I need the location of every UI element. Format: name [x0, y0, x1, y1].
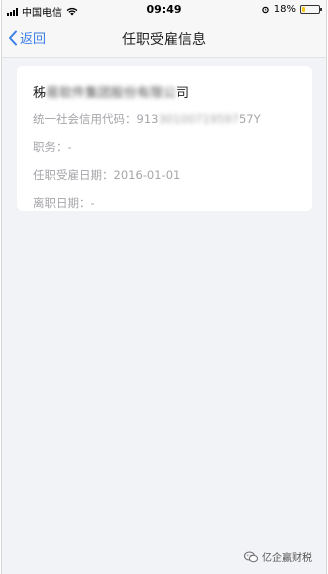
position-row: 职务：-: [33, 139, 296, 155]
battery-icon: [300, 5, 322, 14]
page-title: 任职受雇信息: [122, 32, 206, 48]
leave-date-row: 离职日期：-: [33, 195, 296, 211]
credit-code-prefix: 913: [136, 112, 159, 126]
watermark: 亿企赢财税: [244, 549, 312, 564]
wechat-icon: [244, 551, 258, 562]
credit-code-label: 统一社会信用代码：: [33, 112, 137, 126]
alarm-icon: [262, 6, 269, 14]
hire-date-label: 任职受雇日期：: [33, 168, 114, 182]
leave-date-value: -: [90, 196, 95, 210]
employment-info-card: 秭易软件集团股份有限公司 统一社会信用代码：9133010071959757Y …: [17, 66, 312, 211]
status-bar: 中国电信 09:49 18%: [2, 0, 326, 20]
hire-date-row: 任职受雇日期：2016-01-01: [33, 167, 296, 183]
company-name: 秭易软件集团股份有限公司: [33, 82, 296, 101]
leave-date-label: 离职日期：: [33, 196, 91, 210]
position-label: 职务：: [33, 140, 68, 154]
company-name-suffix: 司: [176, 86, 190, 101]
battery-level-fill: [302, 7, 305, 12]
position-value: -: [67, 140, 72, 154]
phone-screen: 中国电信 09:49 18% 返回 任职受雇信息 秭易软件集团股份有限公司 统一…: [1, 0, 327, 574]
navigation-bar: 返回 任职受雇信息: [2, 20, 326, 58]
company-name-redacted: 易软件集团股份有限公: [46, 86, 177, 101]
status-right: 18%: [261, 4, 322, 15]
hire-date-value: 2016-01-01: [113, 168, 181, 182]
battery-percent: 18%: [273, 4, 296, 15]
credit-code-row: 统一社会信用代码：9133010071959757Y: [33, 111, 296, 127]
company-name-prefix: 秭: [33, 86, 47, 101]
credit-code-suffix: 57Y: [238, 112, 261, 126]
watermark-text: 亿企赢财税: [262, 553, 312, 564]
credit-code-redacted: 30100719597: [158, 112, 239, 126]
